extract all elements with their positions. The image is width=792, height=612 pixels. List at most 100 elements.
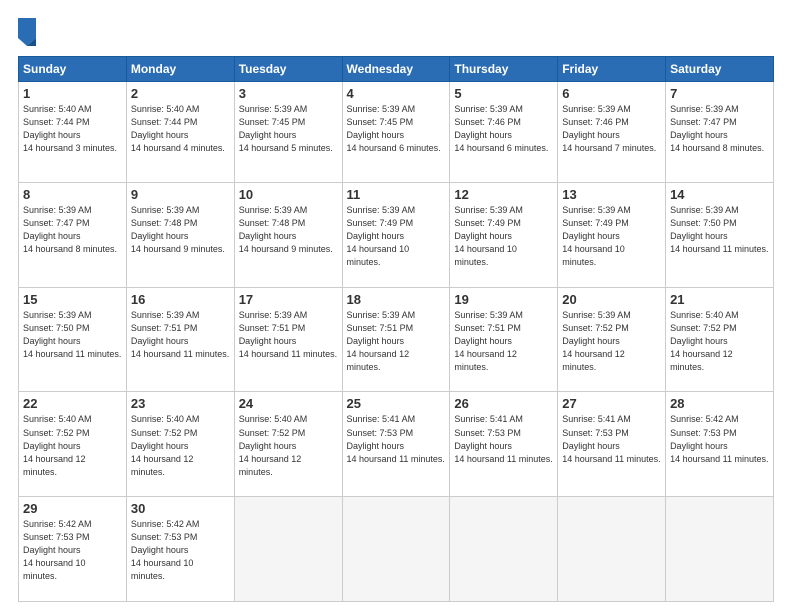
day-info: Sunrise: 5:40 AMSunset: 7:44 PMDaylight …	[131, 103, 230, 155]
table-row: 30 Sunrise: 5:42 AMSunset: 7:53 PMDayligh…	[126, 497, 234, 602]
day-info: Sunrise: 5:39 AMSunset: 7:51 PMDaylight …	[454, 309, 553, 374]
day-info: Sunrise: 5:39 AMSunset: 7:52 PMDaylight …	[562, 309, 661, 374]
calendar-week-row: 8Sunrise: 5:39 AMSunset: 7:47 PMDaylight…	[19, 183, 774, 288]
col-friday: Friday	[558, 57, 666, 82]
day-info: Sunrise: 5:41 AMSunset: 7:53 PMDaylight …	[454, 413, 553, 465]
day-info: Sunrise: 5:39 AMSunset: 7:48 PMDaylight …	[239, 204, 338, 256]
table-row: 28 Sunrise: 5:42 AMSunset: 7:53 PMDayligh…	[666, 392, 774, 497]
table-row: 11Sunrise: 5:39 AMSunset: 7:49 PMDayligh…	[342, 183, 450, 288]
day-info: Sunrise: 5:40 AMSunset: 7:52 PMDaylight …	[131, 413, 230, 478]
day-number: 18	[347, 292, 446, 307]
table-row: 21Sunrise: 5:40 AMSunset: 7:52 PMDayligh…	[666, 287, 774, 392]
day-number: 17	[239, 292, 338, 307]
day-number: 4	[347, 86, 446, 101]
day-info: Sunrise: 5:39 AMSunset: 7:45 PMDaylight …	[347, 103, 446, 155]
day-number: 27	[562, 396, 661, 411]
calendar-week-row: 29 Sunrise: 5:42 AMSunset: 7:53 PMDayligh…	[19, 497, 774, 602]
day-number: 29	[23, 501, 122, 516]
day-info: Sunrise: 5:39 AMSunset: 7:46 PMDaylight …	[562, 103, 661, 155]
day-info: Sunrise: 5:39 AMSunset: 7:51 PMDaylight …	[131, 309, 230, 361]
day-info: Sunrise: 5:42 AMSunset: 7:53 PMDaylight …	[670, 413, 769, 465]
table-row: 12 Sunrise: 5:39 AMSunset: 7:49 PMDayligh…	[450, 183, 558, 288]
day-number: 7	[670, 86, 769, 101]
col-thursday: Thursday	[450, 57, 558, 82]
day-info: Sunrise: 5:39 AMSunset: 7:49 PMDaylight …	[562, 204, 661, 269]
header	[18, 18, 774, 46]
table-row: 19 Sunrise: 5:39 AMSunset: 7:51 PMDayligh…	[450, 287, 558, 392]
col-saturday: Saturday	[666, 57, 774, 82]
col-tuesday: Tuesday	[234, 57, 342, 82]
day-info: Sunrise: 5:41 AMSunset: 7:53 PMDaylight …	[562, 413, 661, 465]
table-row: 3 Sunrise: 5:39 AMSunset: 7:45 PMDaylight…	[234, 82, 342, 183]
day-number: 8	[23, 187, 122, 202]
day-number: 11	[347, 187, 446, 202]
calendar-header-row: Sunday Monday Tuesday Wednesday Thursday…	[19, 57, 774, 82]
calendar-week-row: 1 Sunrise: 5:40 AMSunset: 7:44 PMDaylight…	[19, 82, 774, 183]
table-row: 2 Sunrise: 5:40 AMSunset: 7:44 PMDaylight…	[126, 82, 234, 183]
table-row	[666, 497, 774, 602]
day-number: 15	[23, 292, 122, 307]
table-row: 8Sunrise: 5:39 AMSunset: 7:47 PMDaylight…	[19, 183, 127, 288]
day-number: 12	[454, 187, 553, 202]
table-row: 26 Sunrise: 5:41 AMSunset: 7:53 PMDayligh…	[450, 392, 558, 497]
calendar-week-row: 22 Sunrise: 5:40 AMSunset: 7:52 PMDayligh…	[19, 392, 774, 497]
day-info: Sunrise: 5:39 AMSunset: 7:46 PMDaylight …	[454, 103, 553, 155]
logo	[18, 18, 40, 46]
table-row: 23 Sunrise: 5:40 AMSunset: 7:52 PMDayligh…	[126, 392, 234, 497]
day-number: 22	[23, 396, 122, 411]
day-number: 3	[239, 86, 338, 101]
day-number: 2	[131, 86, 230, 101]
day-number: 6	[562, 86, 661, 101]
table-row: 7 Sunrise: 5:39 AMSunset: 7:47 PMDaylight…	[666, 82, 774, 183]
table-row: 18Sunrise: 5:39 AMSunset: 7:51 PMDayligh…	[342, 287, 450, 392]
day-number: 26	[454, 396, 553, 411]
day-info: Sunrise: 5:39 AMSunset: 7:49 PMDaylight …	[454, 204, 553, 269]
day-number: 13	[562, 187, 661, 202]
table-row: 5 Sunrise: 5:39 AMSunset: 7:46 PMDaylight…	[450, 82, 558, 183]
table-row: 4 Sunrise: 5:39 AMSunset: 7:45 PMDaylight…	[342, 82, 450, 183]
table-row: 15 Sunrise: 5:39 AMSunset: 7:50 PMDayligh…	[19, 287, 127, 392]
day-number: 19	[454, 292, 553, 307]
table-row: 25 Sunrise: 5:41 AMSunset: 7:53 PMDayligh…	[342, 392, 450, 497]
calendar-week-row: 15 Sunrise: 5:39 AMSunset: 7:50 PMDayligh…	[19, 287, 774, 392]
day-info: Sunrise: 5:41 AMSunset: 7:53 PMDaylight …	[347, 413, 446, 465]
page: Sunday Monday Tuesday Wednesday Thursday…	[0, 0, 792, 612]
day-info: Sunrise: 5:40 AMSunset: 7:52 PMDaylight …	[239, 413, 338, 478]
table-row: 20 Sunrise: 5:39 AMSunset: 7:52 PMDayligh…	[558, 287, 666, 392]
day-info: Sunrise: 5:39 AMSunset: 7:51 PMDaylight …	[239, 309, 338, 361]
col-sunday: Sunday	[19, 57, 127, 82]
day-number: 25	[347, 396, 446, 411]
day-info: Sunrise: 5:39 AMSunset: 7:45 PMDaylight …	[239, 103, 338, 155]
table-row	[450, 497, 558, 602]
day-number: 5	[454, 86, 553, 101]
day-info: Sunrise: 5:39 AMSunset: 7:50 PMDaylight …	[670, 204, 769, 256]
table-row: 22 Sunrise: 5:40 AMSunset: 7:52 PMDayligh…	[19, 392, 127, 497]
logo-icon	[18, 18, 36, 46]
day-number: 10	[239, 187, 338, 202]
table-row: 24Sunrise: 5:40 AMSunset: 7:52 PMDayligh…	[234, 392, 342, 497]
day-number: 28	[670, 396, 769, 411]
day-info: Sunrise: 5:39 AMSunset: 7:48 PMDaylight …	[131, 204, 230, 256]
day-number: 16	[131, 292, 230, 307]
day-number: 20	[562, 292, 661, 307]
day-info: Sunrise: 5:39 AMSunset: 7:50 PMDaylight …	[23, 309, 122, 361]
day-info: Sunrise: 5:40 AMSunset: 7:52 PMDaylight …	[670, 309, 769, 374]
table-row: 1Sunrise: 5:40 AMSunset: 7:44 PMDaylight…	[19, 82, 127, 183]
table-row	[342, 497, 450, 602]
day-info: Sunrise: 5:42 AMSunset: 7:53 PMDaylight …	[23, 518, 122, 583]
col-monday: Monday	[126, 57, 234, 82]
day-number: 9	[131, 187, 230, 202]
table-row: 6 Sunrise: 5:39 AMSunset: 7:46 PMDaylight…	[558, 82, 666, 183]
day-number: 23	[131, 396, 230, 411]
table-row: 16 Sunrise: 5:39 AMSunset: 7:51 PMDayligh…	[126, 287, 234, 392]
table-row	[558, 497, 666, 602]
day-number: 1	[23, 86, 122, 101]
col-wednesday: Wednesday	[342, 57, 450, 82]
day-number: 30	[131, 501, 230, 516]
table-row: 14Sunrise: 5:39 AMSunset: 7:50 PMDayligh…	[666, 183, 774, 288]
day-info: Sunrise: 5:39 AMSunset: 7:47 PMDaylight …	[670, 103, 769, 155]
day-info: Sunrise: 5:40 AMSunset: 7:52 PMDaylight …	[23, 413, 122, 478]
day-info: Sunrise: 5:42 AMSunset: 7:53 PMDaylight …	[131, 518, 230, 583]
table-row: 9 Sunrise: 5:39 AMSunset: 7:48 PMDaylight…	[126, 183, 234, 288]
table-row	[234, 497, 342, 602]
